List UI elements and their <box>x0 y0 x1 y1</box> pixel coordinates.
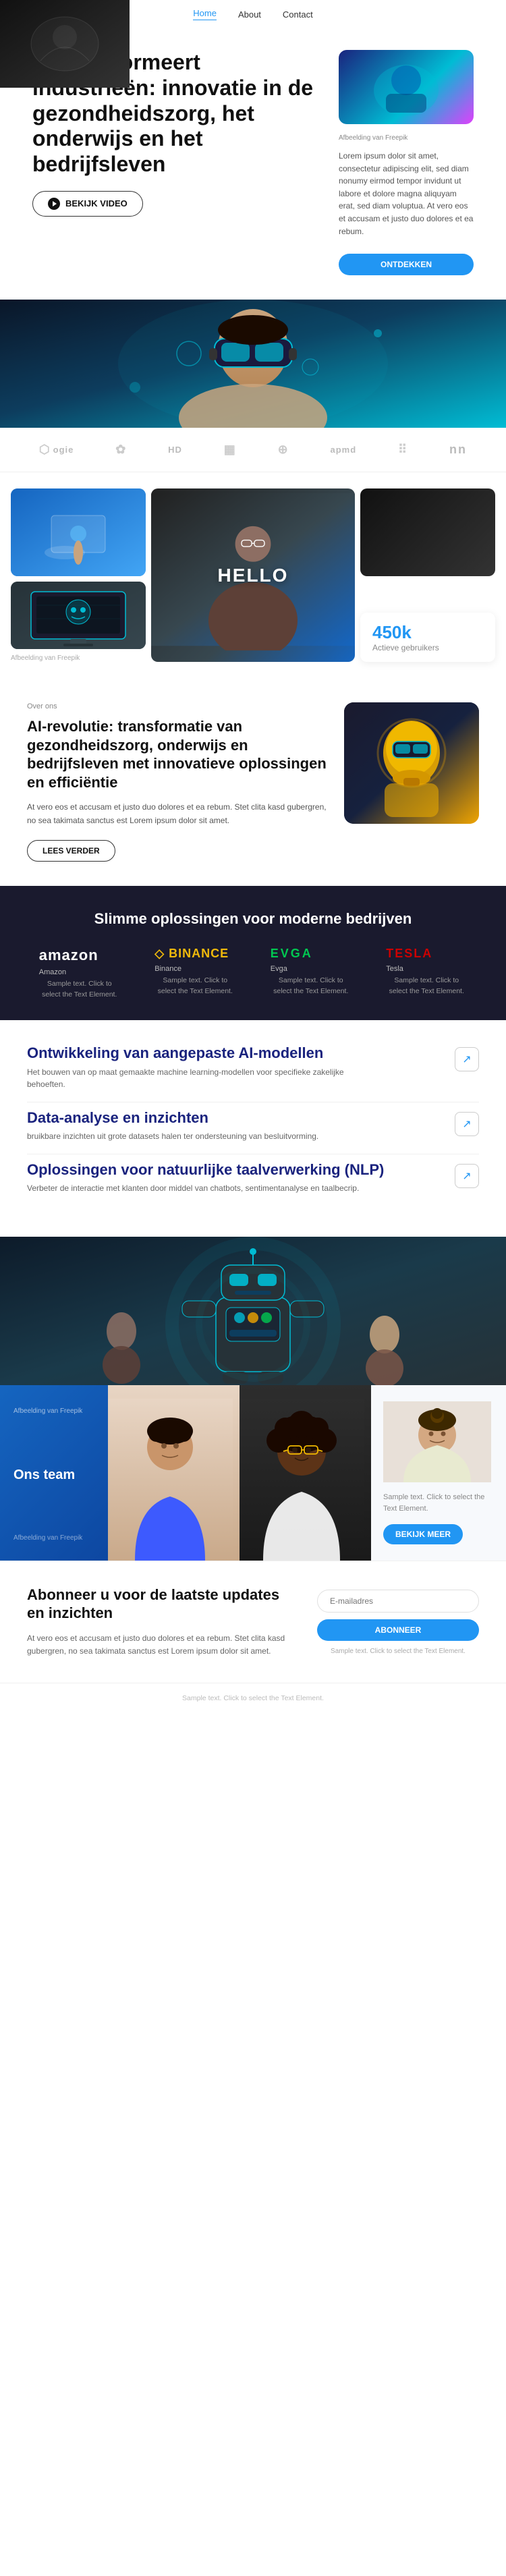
logo-box: ▦ <box>224 443 236 457</box>
brand-evga: EVGA Evga Sample text. Click to select t… <box>271 947 352 997</box>
service-text-1: Ontwikkeling van aangepaste AI-modellen … <box>27 1044 364 1090</box>
logo-apmd: apmd <box>330 445 356 455</box>
solutions-section: Slimme oplossingen voor moderne bedrijve… <box>0 886 506 1021</box>
service-arrow-3[interactable]: ↗ <box>455 1164 479 1188</box>
nav-home[interactable]: Home <box>193 8 217 20</box>
hero-body-text: Lorem ipsum dolor sit amet, consectetur … <box>339 150 474 237</box>
subscribe-caption: Sample text. Click to select the Text El… <box>317 1648 479 1655</box>
watch-video-button[interactable]: BEKIJK VIDEO <box>32 191 143 217</box>
about-section: Over ons AI-revolutie: transformatie van… <box>0 678 506 886</box>
team-card-image-3 <box>383 1401 491 1482</box>
logo-hd: HD <box>168 445 182 455</box>
hello-label: HELLO <box>218 565 289 586</box>
service-title-3: Oplossingen voor natuurlijke taalverwerk… <box>27 1161 384 1178</box>
logos-bar: ⬡ ogie ✿ HD ▦ ⊕ apmd ⠿ nn <box>0 428 506 472</box>
about-body: At vero eos et accusam et justo duo dolo… <box>27 801 328 828</box>
team-left: Afbeelding van Freepik Ons team Afbeeldi… <box>0 1385 108 1561</box>
gallery-right: 450k Actieve gebruikers <box>360 488 495 662</box>
gallery-section: Afbeelding van Freepik HELLO <box>0 472 506 678</box>
robot-full-section <box>0 1237 506 1385</box>
team-cards <box>108 1385 371 1561</box>
subscribe-body: At vero eos et accusam et justo duo dolo… <box>27 1632 296 1659</box>
service-arrow-2[interactable]: ↗ <box>455 1112 479 1136</box>
brand-binance: ◇ BINANCE Binance Sample text. Click to … <box>154 947 235 997</box>
vr-banner <box>0 300 506 428</box>
logo-nn: nn <box>449 443 467 457</box>
robot-full-image <box>0 1237 506 1385</box>
stat-label: Actieve gebruikers <box>372 643 483 652</box>
hero-image <box>339 50 474 124</box>
team-card-image-2 <box>240 1385 371 1561</box>
gallery-caption: Afbeelding van Freepik <box>11 654 146 662</box>
solutions-heading: Slimme oplossingen voor moderne bedrijve… <box>27 910 479 928</box>
service-desc-2: bruikbare inzichten uit grote datasets h… <box>27 1130 318 1143</box>
gallery-center: HELLO <box>151 488 355 662</box>
service-text-2: Data-analyse en inzichten bruikbare inzi… <box>27 1109 318 1143</box>
bekijk-meer-button[interactable]: BEKIJK MEER <box>383 1524 463 1544</box>
about-right <box>344 702 479 824</box>
hero-right: Afbeelding van Freepik Lorem ipsum dolor… <box>339 50 474 275</box>
team-card-image-1 <box>108 1385 240 1561</box>
subscribe-heading: Abonneer u voor de laatste updates en in… <box>27 1586 296 1623</box>
gallery-left: Afbeelding van Freepik <box>11 488 146 662</box>
team-desc: Sample text. Click to select the Text El… <box>383 1492 494 1515</box>
nav-contact[interactable]: Contact <box>283 9 313 20</box>
brands-row: amazon Amazon Sample text. Click to sele… <box>27 947 479 1001</box>
footer: Sample text. Click to select the Text El… <box>0 1683 506 1712</box>
service-item-2: Data-analyse en inzichten bruikbare inzi… <box>27 1109 479 1154</box>
team-right: Sample text. Click to select the Text El… <box>371 1385 506 1561</box>
logo-dots: ⠿ <box>398 443 407 457</box>
team-tag: Afbeelding van Freepik <box>13 1404 94 1416</box>
footer-text: Sample text. Click to select the Text El… <box>182 1694 324 1702</box>
play-icon <box>48 198 60 210</box>
vr-image <box>0 300 506 428</box>
service-item-1: Ontwikkeling van aangepaste AI-modellen … <box>27 1044 479 1102</box>
logo-ogie: ⬡ ogie <box>39 443 74 457</box>
about-robot-image <box>344 702 479 824</box>
team-card-2 <box>240 1385 371 1561</box>
hero-image-graphic <box>366 53 447 121</box>
hero-img-caption: Afbeelding van Freepik <box>339 131 474 143</box>
read-more-button[interactable]: LEES VERDER <box>27 840 115 862</box>
subscribe-left: Abonneer u voor de laatste updates en in… <box>27 1586 296 1659</box>
service-item-3: Oplossingen voor natuurlijke taalverwerk… <box>27 1161 479 1206</box>
service-text-3: Oplossingen voor natuurlijke taalverwerk… <box>27 1161 384 1195</box>
team-caption: Afbeelding van Freepik <box>13 1534 94 1542</box>
service-title-2: Data-analyse en inzichten <box>27 1109 318 1126</box>
stat-number: 450k <box>372 622 483 643</box>
stat-box: 450k Actieve gebruikers <box>360 613 495 662</box>
subscribe-section: Abonneer u voor de laatste updates en in… <box>0 1561 506 1683</box>
team-title: Ons team <box>13 1467 94 1483</box>
gallery-image-2 <box>11 582 146 649</box>
subscribe-button[interactable]: ABONNEER <box>317 1619 479 1641</box>
about-left: Over ons AI-revolutie: transformatie van… <box>27 702 328 862</box>
gallery-image-3 <box>360 488 495 576</box>
team-section: Afbeelding van Freepik Ons team Afbeeldi… <box>0 1385 506 1561</box>
logo-circle: ⊕ <box>278 443 289 457</box>
ai-services-section: Ontwikkeling van aangepaste AI-modellen … <box>0 1020 506 1236</box>
service-arrow-1[interactable]: ↗ <box>455 1047 479 1071</box>
nav-about[interactable]: About <box>238 9 261 20</box>
about-tag: Over ons <box>27 702 328 710</box>
subscribe-email-input[interactable] <box>317 1590 479 1613</box>
hero-cta-button[interactable]: ONTDEKKEN <box>339 254 474 275</box>
about-heading: AI-revolutie: transformatie van gezondhe… <box>27 717 328 791</box>
gallery-image-1 <box>11 488 146 576</box>
team-card-1 <box>108 1385 240 1561</box>
logo-flower: ✿ <box>115 443 126 457</box>
service-title-1: Ontwikkeling van aangepaste AI-modellen <box>27 1044 364 1061</box>
service-desc-3: Verbeter de interactie met klanten door … <box>27 1182 364 1195</box>
subscribe-right: ABONNEER Sample text. Click to select th… <box>317 1586 479 1655</box>
brand-amazon: amazon Amazon Sample text. Click to sele… <box>39 947 120 1001</box>
brand-tesla: TESLA Tesla Sample text. Click to select… <box>386 947 467 997</box>
service-desc-1: Het bouwen van op maat gemaakte machine … <box>27 1066 364 1091</box>
